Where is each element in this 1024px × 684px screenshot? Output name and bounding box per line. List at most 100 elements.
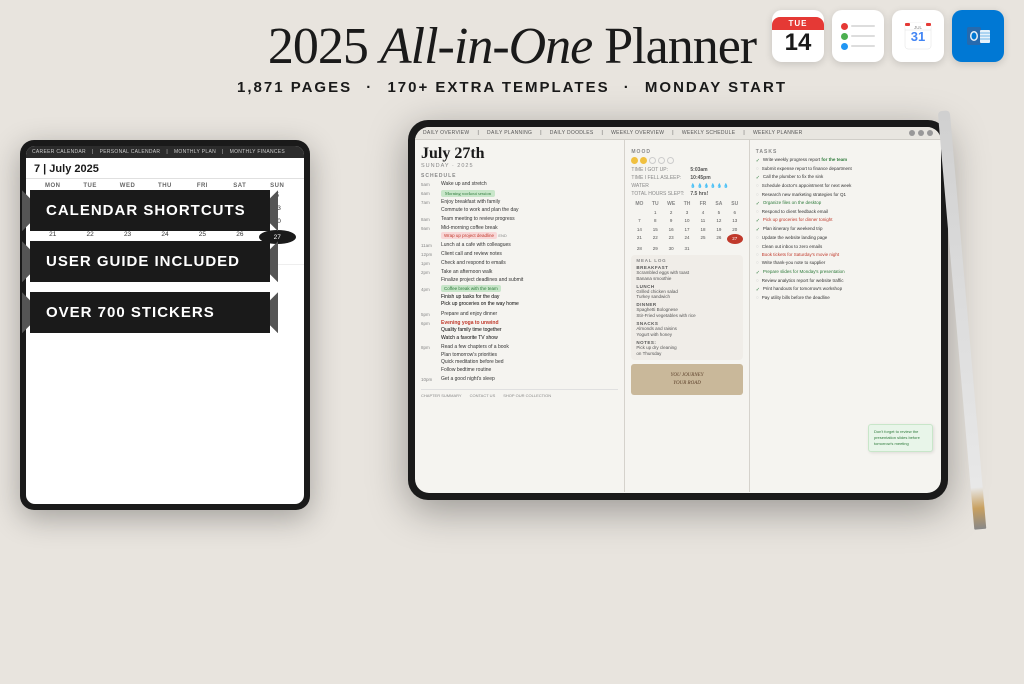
water-row: WATER 💧💧💧💧💧💧 xyxy=(631,183,742,189)
templates-count: 170+ EXTRA TEMPLATES xyxy=(387,79,609,96)
time-slept-row: TIME I FELL ASLEEP: 10:45pm xyxy=(631,175,742,181)
mini-calendar: MOTUWETHFRSASU 1 2 3 4 5 6 xyxy=(631,201,742,252)
schedule-column: July 27th SUNDAY · 2025 SCHEDULE 5am Wak… xyxy=(415,140,625,492)
mood-dot-2 xyxy=(640,157,647,164)
svg-text:JUL: JUL xyxy=(914,25,922,30)
content-area: CAREER CALENDAR |PERSONAL CALENDAR |MONT… xyxy=(20,110,1004,674)
task-9: ✓ Plan itinerary for weekend trip xyxy=(756,226,935,233)
task-6: ✓ Organize files on the desktop xyxy=(756,200,935,207)
motivational-text: YOU JOURNEYYOUR ROAD xyxy=(636,372,737,387)
dinner-items: Spaghetti BologneseStir-Fried vegetables… xyxy=(636,307,737,319)
sched-5am: 5am Wake up and stretch xyxy=(421,181,618,188)
nav-dot-2 xyxy=(918,130,924,136)
mini-cal-header: MOTUWETHFRSASU xyxy=(631,201,742,207)
right-tablet: DAILY OVERVIEW |DAILY PLANNING |DAILY DO… xyxy=(408,120,948,500)
sched-8pm: 8pm Read a few chapters of a bookPlan to… xyxy=(421,344,618,374)
green-dot xyxy=(841,33,848,40)
task-10: ○ Update the website landing page xyxy=(756,235,935,241)
outlook-icon[interactable] xyxy=(952,10,1004,62)
tasks-row-2 xyxy=(841,33,875,40)
reminders-icon[interactable] xyxy=(832,10,884,62)
day-tue: TUE xyxy=(71,183,108,189)
left-date: 7 | July 2025 xyxy=(34,163,296,175)
water-label: WATER xyxy=(631,183,686,189)
app-icons-row: TUE 14 xyxy=(772,10,1004,62)
meal-label: MEAL LOG xyxy=(636,258,737,263)
task-4: ○ Schedule doctor's appointment for next… xyxy=(756,183,935,189)
nav-weekly-overview[interactable]: WEEKLY OVERVIEW xyxy=(611,130,664,136)
badges-area: CALENDAR SHORTCUTS USER GUIDE INCLUDED O… xyxy=(30,190,270,333)
tasks-section-label: TASKS xyxy=(756,149,935,155)
water-icons: 💧💧💧💧💧💧 xyxy=(690,183,730,189)
nav-dot-1 xyxy=(909,130,915,136)
sched-7am: 7am Enjoy breakfast with familyCommute t… xyxy=(421,199,618,214)
task-14: ✓ Prepare slides for Monday's presentati… xyxy=(756,269,935,276)
time-got-up-row: TIME I GOT UP: 5:03am xyxy=(631,167,742,173)
left-nav: CAREER CALENDAR |PERSONAL CALENDAR |MONT… xyxy=(26,146,304,158)
main-title: 2025 All-in-One Planner xyxy=(237,18,787,75)
day-sat: SAT xyxy=(221,183,258,189)
mood-dots xyxy=(631,157,674,164)
task-3: ✓ Call the plumber to fix the sink xyxy=(756,174,935,181)
badge-user-guide: USER GUIDE INCLUDED xyxy=(30,241,270,282)
left-header: 7 | July 2025 xyxy=(26,158,304,179)
nav-finances[interactable]: MONTHLY FINANCES xyxy=(230,149,285,155)
sched-4pm: 4pm Coffee break with the teamFinish up … xyxy=(421,286,618,309)
nav-dots xyxy=(909,130,933,136)
red-dot xyxy=(841,23,848,30)
badge-calendar-shortcuts: CALENDAR SHORTCUTS xyxy=(30,190,270,231)
tasks-row-3 xyxy=(841,43,875,50)
nav-weekly-schedule[interactable]: WEEKLY SCHEDULE xyxy=(682,130,736,136)
blue-dot xyxy=(841,43,848,50)
sched-1pm: 1pm Check and respond to emails xyxy=(421,260,618,267)
meal-log: MEAL LOG BREAKFAST Scrambled eggs with t… xyxy=(631,255,742,360)
notes-value: Pick up dry cleaningon Thursday xyxy=(636,345,737,357)
nav-daily-overview[interactable]: DAILY OVERVIEW xyxy=(423,130,469,136)
day-mon: MON xyxy=(34,183,71,189)
breakfast-items: Scrambled eggs with toastBanana smoothie xyxy=(636,270,737,282)
snacks-items: Almonds and raisinsYogurt with honey xyxy=(636,326,737,338)
page-header: 2025 All-in-One Planner 1,871 PAGES · 17… xyxy=(237,18,787,96)
day-fri: FRI xyxy=(184,183,221,189)
subtitle: 1,871 PAGES · 170+ EXTRA TEMPLATES · MON… xyxy=(237,79,787,96)
task-7: ○ Respond to client feedback email xyxy=(756,209,935,215)
mood-dot-5 xyxy=(667,157,674,164)
start-day: MONDAY START xyxy=(645,79,787,96)
left-section: CAREER CALENDAR |PERSONAL CALENDAR |MONT… xyxy=(20,110,340,674)
total-sleep-row: TOTAL HOURS SLEPT: 7.5 hrs! xyxy=(631,191,742,197)
sched-11am: 11am Lunch at a cafe with colleagues xyxy=(421,242,618,249)
task-2: ○ Submit expense report to finance depar… xyxy=(756,166,935,172)
sched-6am: 6am Morning workout session xyxy=(421,190,618,197)
google-calendar-icon[interactable]: 31 JUL xyxy=(892,10,944,62)
right-nav: DAILY OVERVIEW |DAILY PLANNING |DAILY DO… xyxy=(415,127,941,140)
task-12: ○ Book tickets for Saturday's movie nigh… xyxy=(756,252,935,258)
tracker-column: MOOD TIME xyxy=(625,140,749,492)
task-1: ✓ Write weekly progress report for the t… xyxy=(756,157,935,164)
nav-daily-planning[interactable]: DAILY PLANNING xyxy=(487,130,532,136)
nav-weekly-planner[interactable]: WEEKLY PLANNER xyxy=(753,130,803,136)
title-italic: All-in-One xyxy=(380,18,592,75)
mini-cal-row-1: 1 2 3 4 5 6 xyxy=(631,209,742,216)
right-section: DAILY OVERVIEW |DAILY PLANNING |DAILY DO… xyxy=(352,110,1004,674)
mini-cal-row-3: 14 15 16 17 18 19 20 xyxy=(631,226,742,233)
right-date: July 27th xyxy=(421,145,618,163)
nav-monthly-plan[interactable]: MONTHLY PLAN xyxy=(174,149,216,155)
calendar-date: 14 xyxy=(785,31,812,55)
mood-section-label: MOOD xyxy=(631,149,742,155)
motivational-card: YOU JOURNEYYOUR ROAD xyxy=(631,364,742,395)
right-footer: CHAPTER SUMMARY CONTACT US SHOP OUR COLL… xyxy=(421,389,618,398)
nav-career[interactable]: CAREER CALENDAR xyxy=(32,149,86,155)
mini-cal-row-4: 21 22 23 24 25 26 27 xyxy=(631,234,742,244)
dot-2: · xyxy=(624,79,631,96)
nav-daily-doodles[interactable]: DAILY DOODLES xyxy=(550,130,594,136)
task-13: ○ Write thank-you note to supplier xyxy=(756,260,935,266)
pencil-stylus xyxy=(938,110,987,529)
apple-calendar-icon[interactable]: TUE 14 xyxy=(772,10,824,62)
nav-personal[interactable]: PERSONAL CALENDAR xyxy=(100,149,161,155)
nav-items: DAILY OVERVIEW |DAILY PLANNING |DAILY DO… xyxy=(423,130,903,136)
mini-cal-row-2: 7 8 9 10 11 12 13 xyxy=(631,217,742,224)
task-line xyxy=(851,45,875,47)
lunch-items: Grilled chicken saladTurkey sandwich xyxy=(636,289,737,301)
main-container: TUE 14 xyxy=(0,0,1024,684)
nav-dot-3 xyxy=(927,130,933,136)
